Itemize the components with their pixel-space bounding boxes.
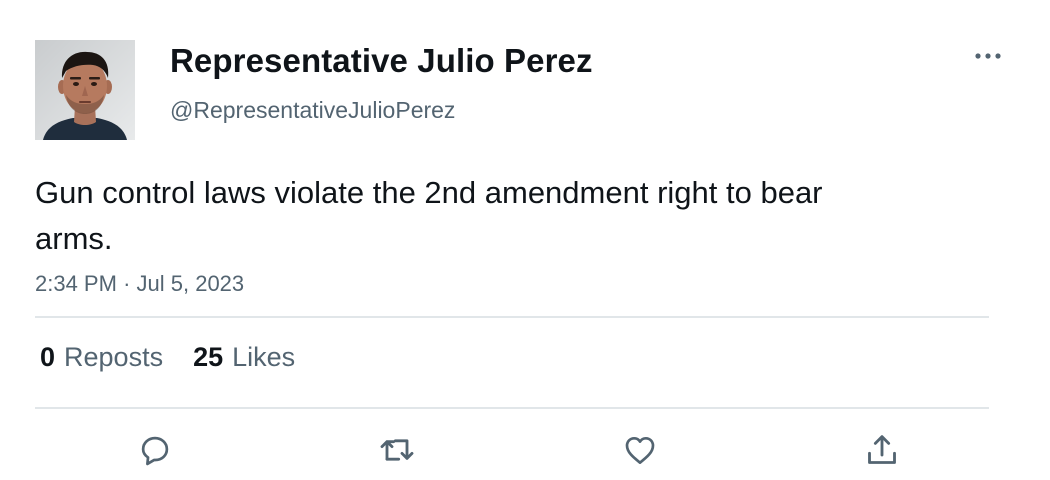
like-button[interactable] [617,428,663,472]
tweet-card: Representative Julio Perez @Representati… [0,0,1050,480]
like-icon [625,436,655,465]
author-handle[interactable]: @RepresentativeJulioPerez [170,97,455,124]
avatar[interactable] [35,40,135,140]
likes-label: Likes [232,342,296,372]
tweet-time: 2:34 PM [35,271,117,296]
reposts-stat[interactable]: 0 Reposts [40,342,163,373]
reposts-count: 0 [40,342,56,372]
tweet-stats: 0 Reposts 25 Likes [40,342,325,373]
more-options-button[interactable] [968,42,1008,70]
divider [35,316,989,318]
repost-icon [380,439,414,461]
reposts-label: Reposts [64,342,164,372]
timestamp-separator: · [123,271,131,296]
divider [35,407,989,409]
reply-icon [141,436,169,466]
likes-count: 25 [193,342,224,372]
likes-stat[interactable]: 25 Likes [193,342,295,373]
share-button[interactable] [859,428,905,472]
share-icon [868,435,896,464]
author-display-name[interactable]: Representative Julio Perez [170,42,593,80]
tweet-timestamp[interactable]: 2:34 PM · Jul 5, 2023 [35,271,244,297]
more-icon [975,53,1001,59]
reply-button[interactable] [132,428,178,472]
tweet-date: Jul 5, 2023 [136,271,245,296]
profile-photo [35,40,135,140]
tweet-text: Gun control laws violate the 2nd amendme… [35,175,823,256]
repost-button[interactable] [374,428,420,472]
